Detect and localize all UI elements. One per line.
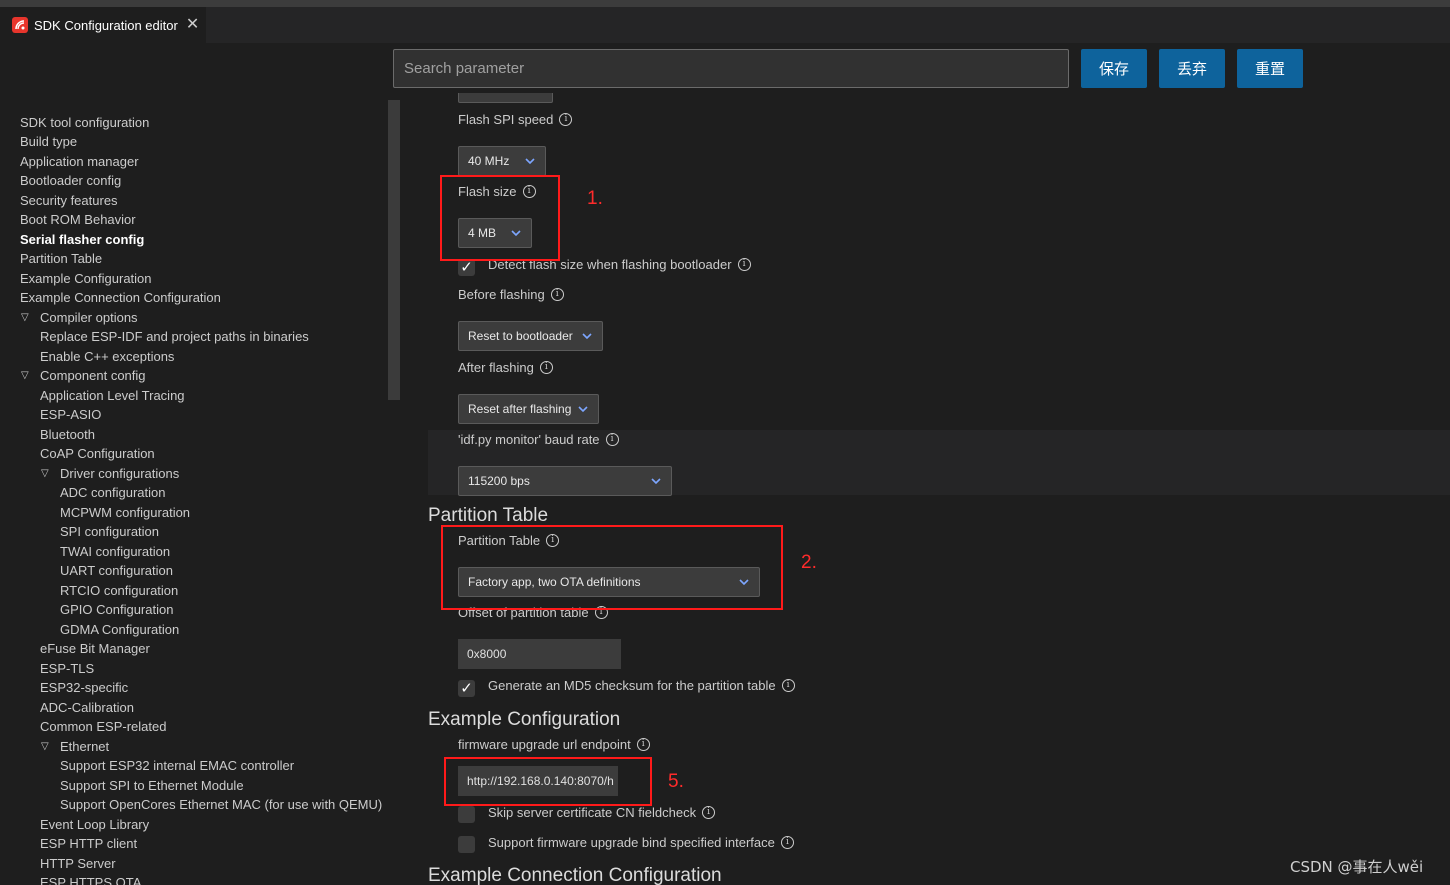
sidebar-item-spi[interactable]: SPI configuration — [60, 522, 159, 541]
discard-button[interactable]: 丢弃 — [1159, 49, 1225, 88]
sidebar-item-mcpwm[interactable]: MCPWM configuration — [60, 503, 190, 522]
sidebar-item-coap[interactable]: CoAP Configuration — [40, 444, 155, 463]
search-input[interactable] — [393, 49, 1069, 88]
partition-offset-input[interactable]: 0x8000 — [458, 639, 621, 669]
info-icon[interactable]: i — [702, 806, 716, 819]
info-icon[interactable]: i — [781, 679, 795, 692]
annotation-label-2: 2. — [801, 552, 817, 573]
annotation-box-2 — [441, 525, 783, 610]
info-icon[interactable]: i — [605, 433, 619, 446]
bind-interface-checkbox[interactable] — [458, 836, 475, 853]
sidebar-item-rtcio[interactable]: RTCIO configuration — [60, 581, 178, 600]
monitor-baud-label: 'idf.py monitor' baud rate i — [458, 432, 619, 447]
skip-cn-checkbox[interactable] — [458, 806, 475, 823]
before-flashing-select[interactable]: Reset to bootloader — [458, 321, 603, 351]
sidebar-item-http-server[interactable]: HTTP Server — [40, 854, 116, 873]
sidebar-item-boot-rom[interactable]: Boot ROM Behavior — [20, 210, 136, 229]
espressif-logo-icon — [12, 17, 28, 33]
chevron-down-icon — [582, 333, 592, 340]
sidebar-item-cpp-exceptions[interactable]: Enable C++ exceptions — [40, 347, 174, 366]
sidebar-item-sdk-tool[interactable]: SDK tool configuration — [20, 113, 149, 132]
sidebar-item-gpio[interactable]: GPIO Configuration — [60, 600, 173, 619]
sidebar-item-event-loop[interactable]: Event Loop Library — [40, 815, 149, 834]
info-icon[interactable]: i — [780, 836, 794, 849]
editor-tab[interactable]: SDK Configuration editor ✕ — [0, 7, 206, 43]
annotation-box-5 — [444, 757, 652, 806]
info-icon[interactable]: i — [539, 361, 553, 374]
sidebar-item-adc[interactable]: ADC configuration — [60, 483, 166, 502]
sidebar-item-esp-tls[interactable]: ESP-TLS — [40, 659, 94, 678]
sidebar-item-twai[interactable]: TWAI configuration — [60, 542, 170, 561]
sidebar-item-adc-calibration[interactable]: ADC-Calibration — [40, 698, 134, 717]
flash-spi-speed-label: Flash SPI speed i — [458, 112, 573, 127]
info-icon[interactable]: i — [636, 738, 650, 751]
sidebar-item-common-esp[interactable]: Common ESP-related — [40, 717, 166, 736]
previous-dropdown[interactable] — [458, 93, 553, 103]
chevron-down-icon[interactable]: ▽ — [41, 468, 49, 479]
sidebar-item-esp-asio[interactable]: ESP-ASIO — [40, 405, 101, 424]
chevron-down-icon[interactable]: ▽ — [41, 741, 49, 752]
sidebar-item-ethernet[interactable]: Ethernet — [60, 737, 109, 756]
sidebar-item-gdma[interactable]: GDMA Configuration — [60, 620, 179, 639]
save-button[interactable]: 保存 — [1081, 49, 1147, 88]
sidebar-scrollbar[interactable] — [388, 100, 400, 400]
sidebar-item-component-config[interactable]: Component config — [40, 366, 146, 385]
example-connection-heading: Example Connection Configuration — [428, 865, 722, 885]
sidebar-item-security[interactable]: Security features — [20, 191, 118, 210]
sidebar-nav: SDK tool configuration Build type Applic… — [0, 100, 400, 885]
sidebar-item-efuse[interactable]: eFuse Bit Manager — [40, 639, 150, 658]
example-config-heading: Example Configuration — [428, 709, 621, 730]
csdn-watermark: CSDN @事在人wěi — [1290, 858, 1424, 876]
sidebar-item-replace-paths[interactable]: Replace ESP-IDF and project paths in bin… — [40, 327, 309, 346]
sidebar-item-uart[interactable]: UART configuration — [60, 561, 173, 580]
annotation-label-5: 5. — [668, 771, 684, 792]
sidebar-item-bootloader[interactable]: Bootloader config — [20, 171, 121, 190]
sidebar-item-app-manager[interactable]: Application manager — [20, 152, 139, 171]
info-icon[interactable]: i — [737, 258, 751, 271]
sidebar-item-serial-flasher[interactable]: Serial flasher config — [20, 230, 144, 249]
chevron-down-icon — [578, 406, 588, 413]
sidebar-item-emac[interactable]: Support ESP32 internal EMAC controller — [60, 756, 294, 775]
annotation-box-1 — [440, 175, 560, 261]
tab-title: SDK Configuration editor — [34, 17, 178, 33]
skip-cn-label: Skip server certificate CN fieldcheck i — [488, 805, 716, 820]
md5-checksum-label: Generate an MD5 checksum for the partiti… — [488, 678, 795, 693]
sidebar-item-app-tracing[interactable]: Application Level Tracing — [40, 386, 185, 405]
detect-flash-checkbox[interactable]: ✓ — [458, 259, 475, 276]
window-title-bar — [0, 0, 1450, 7]
sidebar-item-example-config[interactable]: Example Configuration — [20, 269, 152, 288]
sidebar-item-opencores[interactable]: Support OpenCores Ethernet MAC (for use … — [60, 795, 382, 814]
annotation-label-1: 1. — [587, 188, 603, 209]
sidebar-item-spi-ethernet[interactable]: Support SPI to Ethernet Module — [60, 776, 244, 795]
chevron-down-icon[interactable]: ▽ — [21, 370, 29, 381]
info-icon[interactable]: i — [559, 113, 573, 126]
bind-interface-label: Support firmware upgrade bind specified … — [488, 835, 794, 850]
sidebar-item-driver-configs[interactable]: Driver configurations — [60, 464, 179, 483]
sidebar-item-build-type[interactable]: Build type — [20, 132, 77, 151]
sidebar-item-compiler-options[interactable]: Compiler options — [40, 308, 138, 327]
close-icon[interactable]: ✕ — [186, 17, 199, 33]
partition-table-heading: Partition Table — [428, 505, 549, 526]
sidebar-item-http-client[interactable]: ESP HTTP client — [40, 834, 137, 853]
info-icon[interactable]: i — [550, 288, 564, 301]
md5-checksum-checkbox[interactable]: ✓ — [458, 680, 475, 697]
sidebar-item-partition-table[interactable]: Partition Table — [20, 249, 102, 268]
sidebar-item-https-ota[interactable]: ESP HTTPS OTA — [40, 873, 141, 885]
reset-button[interactable]: 重置 — [1237, 49, 1303, 88]
tab-strip: SDK Configuration editor ✕ — [0, 7, 1450, 43]
after-flashing-label: After flashing i — [458, 360, 553, 375]
firmware-url-label: firmware upgrade url endpoint i — [458, 737, 650, 752]
after-flashing-select[interactable]: Reset after flashing — [458, 394, 599, 424]
before-flashing-label: Before flashing i — [458, 287, 564, 302]
chevron-down-icon — [525, 158, 535, 165]
chevron-down-icon — [651, 478, 661, 485]
sidebar-item-example-connection[interactable]: Example Connection Configuration — [20, 288, 221, 307]
monitor-baud-select[interactable]: 115200 bps — [458, 466, 672, 496]
sidebar-item-esp32-specific[interactable]: ESP32-specific — [40, 678, 128, 697]
flash-spi-speed-select[interactable]: 40 MHz — [458, 146, 546, 176]
sidebar-item-bluetooth[interactable]: Bluetooth — [40, 425, 95, 444]
chevron-down-icon[interactable]: ▽ — [21, 312, 29, 323]
